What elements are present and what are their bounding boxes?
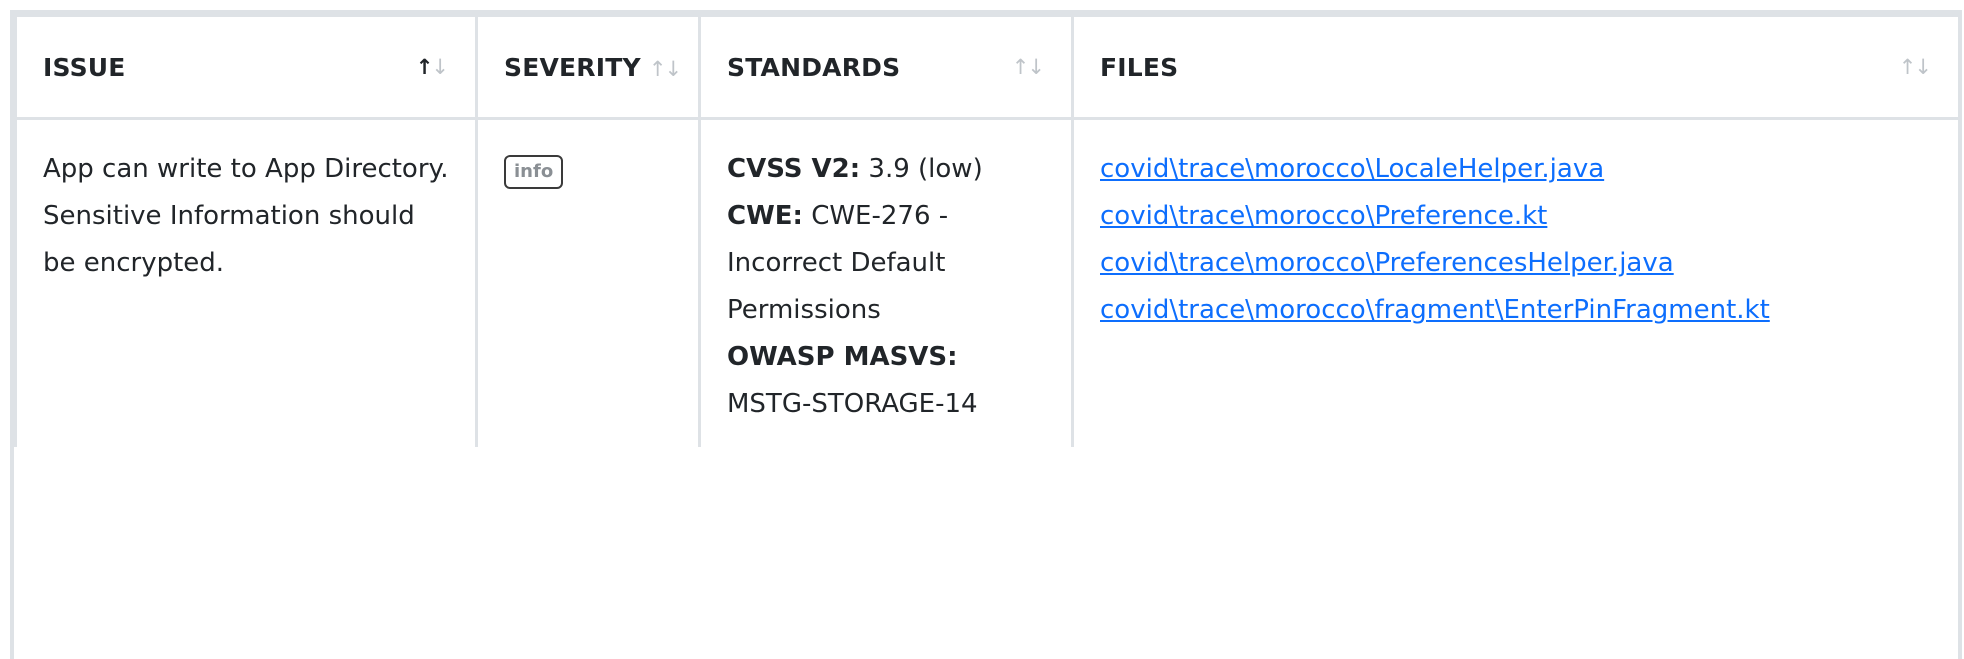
file-link[interactable]: covid\trace\morocco\LocaleHelper.java	[1100, 146, 1932, 193]
column-header-issue[interactable]: ISSUE ↑↓	[14, 14, 478, 120]
empty-table-area	[14, 447, 1958, 659]
cwe-line: CWE: CWE-276 - Incorrect Default Permiss…	[727, 193, 1045, 334]
cwe-label: CWE:	[727, 201, 803, 231]
cvss-label: CVSS V2:	[727, 154, 861, 184]
files-cell: covid\trace\morocco\LocaleHelper.java co…	[1071, 117, 1961, 457]
column-header-standards-label: STANDARDS	[727, 52, 901, 82]
file-link[interactable]: covid\trace\morocco\PreferencesHelper.ja…	[1100, 240, 1932, 287]
sort-icon[interactable]: ↑↓	[1899, 55, 1932, 79]
column-header-files[interactable]: FILES ↑↓	[1071, 14, 1961, 120]
issue-description: App can write to App Directory. Sensitiv…	[43, 154, 449, 278]
findings-table: ISSUE ↑↓ SEVERITY ↑↓ STANDARDS ↑↓ FILES ↑…	[14, 14, 1961, 457]
column-header-issue-label: ISSUE	[43, 52, 126, 82]
file-link[interactable]: covid\trace\morocco\fragment\EnterPinFra…	[1100, 287, 1932, 334]
cvss-line: CVSS V2: 3.9 (low)	[727, 146, 1045, 193]
header-row: ISSUE ↑↓ SEVERITY ↑↓ STANDARDS ↑↓ FILES ↑…	[14, 14, 1961, 120]
owasp-line: OWASP MASVS: MSTG-STORAGE-14	[727, 334, 1045, 428]
sort-icon[interactable]: ↑↓	[649, 57, 682, 81]
cvss-value: 3.9 (low)	[868, 154, 983, 184]
severity-cell: info	[475, 117, 701, 457]
sort-icon[interactable]: ↑↓	[1012, 55, 1045, 79]
column-header-severity[interactable]: SEVERITY ↑↓	[475, 14, 701, 120]
column-header-severity-label: SEVERITY	[504, 52, 641, 82]
issue-cell: App can write to App Directory. Sensitiv…	[14, 117, 478, 457]
column-header-files-label: FILES	[1100, 52, 1179, 82]
file-link[interactable]: covid\trace\morocco\Preference.kt	[1100, 193, 1932, 240]
column-header-standards[interactable]: STANDARDS ↑↓	[698, 14, 1074, 120]
standards-cell: CVSS V2: 3.9 (low) CWE: CWE-276 - Incorr…	[698, 117, 1074, 457]
sort-icon[interactable]: ↑↓	[416, 55, 449, 79]
owasp-value: MSTG-STORAGE-14	[727, 389, 978, 419]
owasp-label: OWASP MASVS:	[727, 342, 958, 372]
severity-badge: info	[504, 155, 564, 189]
table-row: App can write to App Directory. Sensitiv…	[14, 117, 1961, 457]
